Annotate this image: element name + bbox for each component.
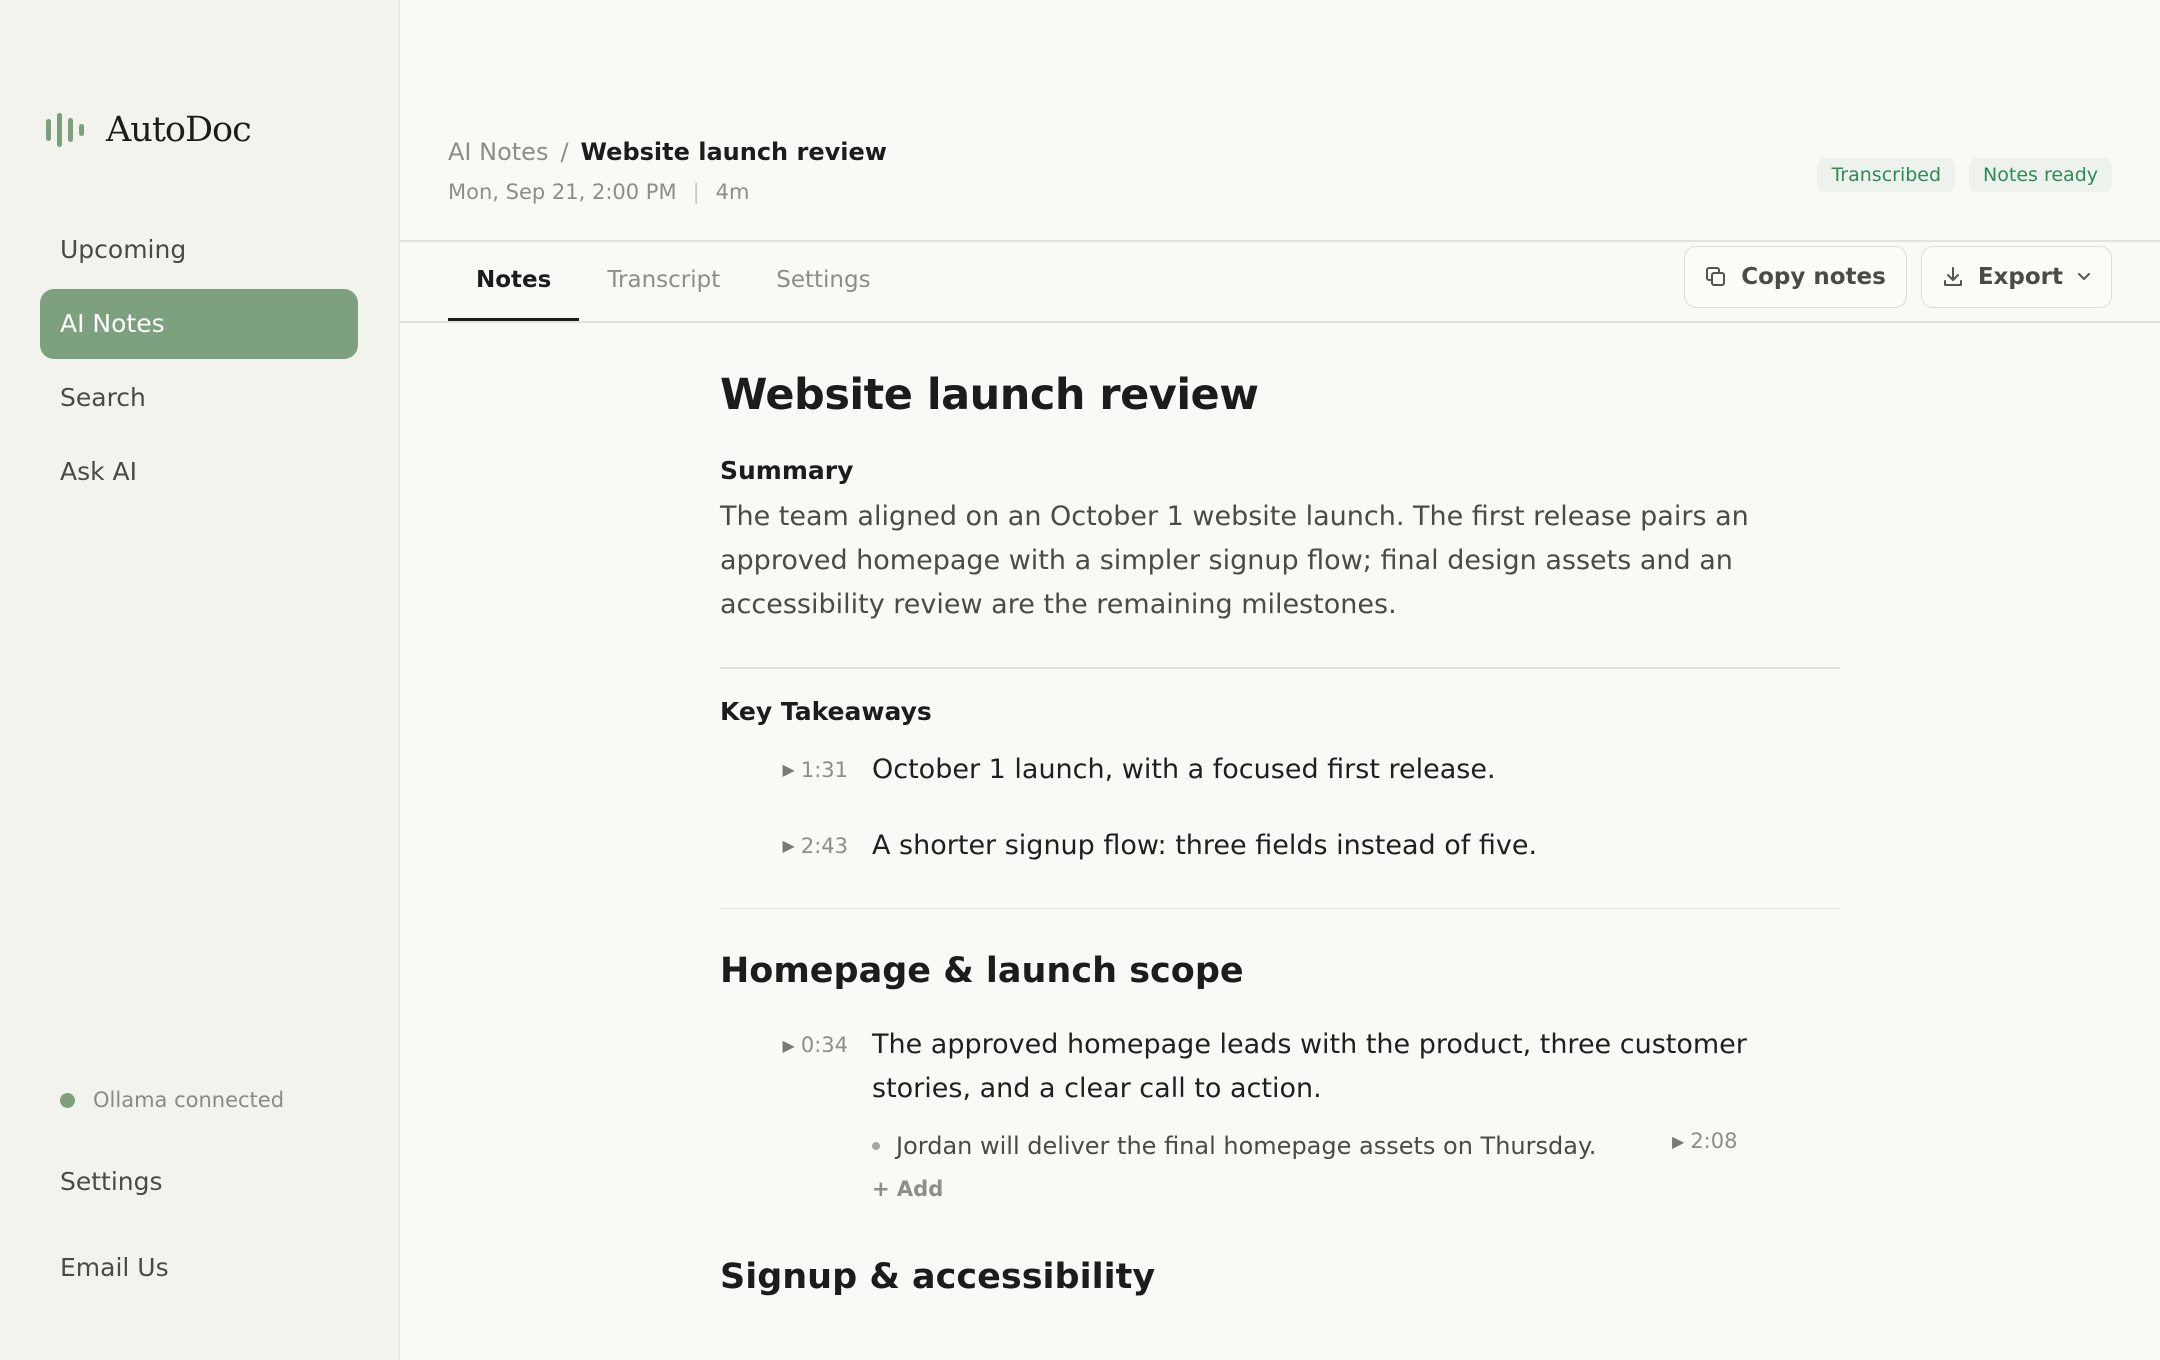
breadcrumb: AI Notes / Website launch review [448,138,887,166]
status-dot-icon [60,1092,75,1108]
meta-divider: | [692,180,700,204]
header-divider [400,240,2160,242]
key-takeaways-heading: Key Takeaways [720,696,932,726]
sidebar-nav: Upcoming AI Notes Search Ask AI [40,215,358,511]
notes-content: Website launch review Summary The team a… [720,370,1840,1297]
note-item: ▶ 0:34 The approved homepage leads with … [720,1023,1840,1111]
timestamp-value: 2:43 [800,833,848,858]
sidebar-item-search[interactable]: Search [40,363,358,433]
export-label: Export [1977,264,2063,290]
app-name: AutoDoc [106,110,252,150]
section-heading: Signup & accessibility [720,1257,1156,1297]
timestamp-link[interactable]: ▶ 0:34 [720,1027,872,1063]
play-icon: ▶ [782,760,795,779]
timestamp-link[interactable]: ▶ 1:31 [720,752,872,788]
status-badge-transcribed: Transcribed [1817,158,1956,192]
toolbar: Copy notes Export [1684,246,2112,308]
meeting-duration: 4m [715,180,750,204]
connection-status: Ollama connected [60,1088,284,1112]
app-logo[interactable]: AutoDoc [46,110,252,150]
play-icon: ▶ [1672,1131,1685,1151]
sidebar-item-upcoming[interactable]: Upcoming [40,215,358,285]
timestamp-link[interactable]: ▶ 2:08 [1672,1129,1737,1153]
tab-bar: Notes Transcript Settings [448,248,899,322]
meeting-date: Mon, Sep 21, 2:00 PM [448,180,677,204]
breadcrumb-separator: / [560,138,569,166]
section-divider [720,667,1840,669]
tab-settings[interactable]: Settings [748,248,898,322]
tab-notes[interactable]: Notes [448,248,580,322]
export-button[interactable]: Export [1920,246,2112,308]
breadcrumb-current: Website launch review [580,138,887,166]
takeaway-item: ▶ 2:43 A shorter signup flow: three fiel… [720,824,1840,868]
breadcrumb-parent[interactable]: AI Notes [448,138,548,166]
download-icon [1942,266,1964,288]
status-badge-notes-ready: Notes ready [1969,158,2112,192]
sidebar-item-email-us[interactable]: Email Us [60,1253,169,1282]
meeting-meta: Mon, Sep 21, 2:00 PM | 4m [448,180,749,204]
copy-icon [1705,266,1727,288]
list-item: Jordan will deliver the final homepage a… [872,1123,1840,1169]
note-text-line: stories, and a clear call to action. [872,1073,1322,1104]
bullet-icon [872,1142,880,1150]
sidebar: AutoDoc Upcoming AI Notes Search Ask AI … [0,0,400,1360]
timestamp-value: 2:08 [1690,1129,1738,1153]
tabbar-divider [400,321,2160,323]
timestamp-link[interactable]: ▶ 2:43 [720,828,872,864]
add-item-button[interactable]: + Add [872,1177,1840,1201]
takeaway-text: A shorter signup flow: three fields inst… [872,829,1538,861]
note-text: The approved homepage leads with the pro… [872,1023,1747,1111]
summary-heading: Summary [720,456,854,485]
summary-text: The team aligned on an October 1 website… [720,501,1749,620]
copy-notes-button[interactable]: Copy notes [1684,246,1907,308]
sidebar-item-ask-ai[interactable]: Ask AI [40,437,358,507]
play-icon: ▶ [782,836,795,855]
section-heading: Homepage & launch scope [720,951,1244,991]
status-badges: Transcribed Notes ready [1817,158,2112,192]
timestamp-value: 1:31 [800,757,848,782]
status-text: Ollama connected [93,1088,285,1112]
copy-notes-label: Copy notes [1741,264,1886,290]
waveform-icon [46,110,84,150]
bullet-text: Jordan will deliver the final homepage a… [896,1132,1597,1160]
page-title: Website launch review [720,370,1259,420]
sidebar-item-ai-notes[interactable]: AI Notes [40,289,358,359]
section-divider [720,907,1840,909]
takeaway-item: ▶ 1:31 October 1 launch, with a focused … [720,748,1840,792]
sidebar-item-settings[interactable]: Settings [60,1167,163,1196]
takeaway-text: October 1 launch, with a focused first r… [872,753,1496,785]
chevron-down-icon [2077,272,2091,282]
tab-transcript[interactable]: Transcript [579,248,748,322]
play-icon: ▶ [782,1035,795,1055]
note-text-line: The approved homepage leads with the pro… [872,1029,1747,1060]
timestamp-value: 0:34 [800,1033,848,1057]
